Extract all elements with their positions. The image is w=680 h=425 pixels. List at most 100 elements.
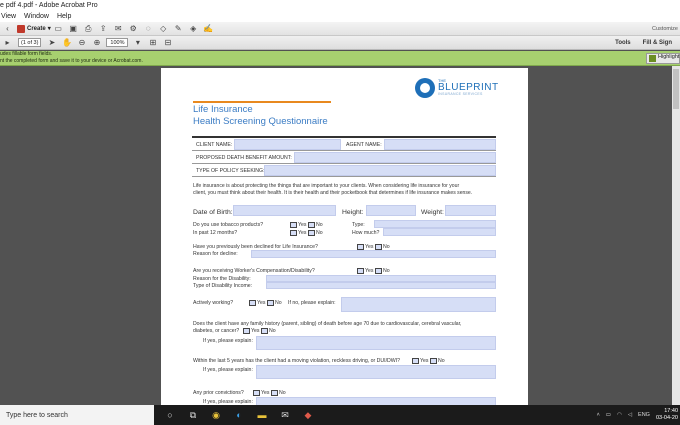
workers-comp-no-checkbox[interactable] <box>375 268 382 274</box>
acrobat-icon[interactable]: ◆ <box>301 408 315 422</box>
past-no-checkbox[interactable] <box>308 230 315 236</box>
convictions-yes-checkbox[interactable] <box>253 390 260 396</box>
tobacco-no-checkbox[interactable] <box>308 222 315 228</box>
violation-yes-label: Yes <box>420 358 429 364</box>
mail-icon[interactable]: ✉ <box>278 408 292 422</box>
clock-time: 17:40 <box>664 408 678 414</box>
main-toolbar: ‹ Create ▾ ▭ ▣ ⎙ ⇪ ✉ ⚙ ◌ ◇ ✎ ◈ ✍ Customi… <box>0 22 680 36</box>
workers-comp-question: Are you receiving Worker's Compensation/… <box>193 268 315 274</box>
blueprint-logo-icon <box>415 78 435 98</box>
family-no-checkbox[interactable] <box>261 328 268 334</box>
hand-tool-icon[interactable]: ✋ <box>62 38 72 47</box>
height-label: Height: <box>342 209 364 216</box>
volume-icon[interactable]: ◁ <box>628 412 632 418</box>
violation-yes-checkbox[interactable] <box>412 358 419 364</box>
network-icon[interactable]: ▭ <box>606 412 611 418</box>
form-title-line-2: Health Screening Questionnaire <box>193 116 328 127</box>
task-view-icon[interactable]: ⧉ <box>186 408 200 422</box>
taskbar-search[interactable]: Type here to search <box>0 405 154 425</box>
client-name-label: CLIENT NAME: <box>196 142 233 148</box>
convictions-explain-field[interactable] <box>256 397 496 405</box>
next-page-icon[interactable]: ▸ <box>3 38 12 47</box>
agent-name-field[interactable] <box>384 139 496 150</box>
tobacco-type-field[interactable] <box>374 220 496 228</box>
zoom-out-icon[interactable]: ⊖ <box>77 38 86 47</box>
menu-window[interactable]: Window <box>23 11 50 22</box>
open-folder-icon[interactable]: ▭ <box>54 24 63 33</box>
type-disability-income-field[interactable] <box>266 282 496 289</box>
intro-paragraph: Life insurance is about protecting the t… <box>193 183 503 196</box>
vertical-scrollbar[interactable] <box>672 66 680 405</box>
workers-comp-yes-label: Yes <box>365 268 374 274</box>
proposed-benefit-field[interactable] <box>294 152 496 163</box>
page-indicator[interactable]: (1 of 3) <box>18 38 42 47</box>
back-arrow-icon[interactable]: ‹ <box>3 24 12 33</box>
working-yes-checkbox[interactable] <box>249 300 256 306</box>
select-cursor-icon[interactable]: ➤ <box>47 38 56 47</box>
working-no-checkbox[interactable] <box>267 300 274 306</box>
zoom-in-icon[interactable]: ⊕ <box>92 38 101 47</box>
comment-icon[interactable]: ◌ <box>144 24 153 33</box>
family-history-line-2: diabetes, or cancer? <box>193 327 240 334</box>
height-field[interactable] <box>366 205 416 216</box>
menu-help[interactable]: Help <box>56 11 72 22</box>
convictions-no-label: No <box>279 390 286 396</box>
family-explain-field[interactable] <box>256 336 496 350</box>
cortana-icon[interactable]: ○ <box>163 408 177 422</box>
info-line-2: nt the completed form and save it to you… <box>0 58 143 64</box>
dob-field[interactable] <box>233 205 336 216</box>
family-yes-checkbox[interactable] <box>243 328 250 334</box>
tools-button[interactable]: Tools <box>615 40 631 46</box>
reason-decline-field[interactable] <box>251 250 496 258</box>
file-explorer-icon[interactable]: ▬ <box>255 408 269 422</box>
document-viewport[interactable]: THE BLUEPRINT INSURANCE SERVICES Life In… <box>0 66 680 405</box>
working-yes-label: Yes <box>257 300 266 306</box>
info-line-1: udes fillable form fields. <box>0 51 53 57</box>
weight-label: Weight: <box>421 209 444 216</box>
email-icon[interactable]: ✉ <box>114 24 123 33</box>
how-much-field[interactable] <box>383 228 496 236</box>
save-icon[interactable]: ▣ <box>69 24 78 33</box>
actively-working-question: Actively working? <box>193 300 234 306</box>
reason-disability-field[interactable] <box>266 275 496 282</box>
chrome-icon[interactable]: ◉ <box>209 408 223 422</box>
customize-label[interactable]: Customize <box>652 26 678 32</box>
violation-no-checkbox[interactable] <box>430 358 437 364</box>
violation-explain-field[interactable] <box>256 365 496 379</box>
tray-chevron-icon[interactable]: ˄ <box>597 412 600 418</box>
if-no-explain-field[interactable] <box>341 297 496 312</box>
zoom-input[interactable]: 100% <box>106 38 129 47</box>
stamp-icon[interactable]: ◈ <box>189 24 198 33</box>
edit-icon[interactable]: ✎ <box>174 24 183 33</box>
create-button[interactable]: Create ▾ <box>17 24 51 33</box>
violation-if-yes-label: If yes, please explain: <box>203 367 253 373</box>
settings-icon[interactable]: ⚙ <box>129 24 138 33</box>
client-name-field[interactable] <box>234 139 341 150</box>
scrollbar-thumb[interactable] <box>673 69 679 109</box>
reason-disability-label: Reason for the Disability: <box>193 276 251 282</box>
highlight-icon[interactable]: ◇ <box>159 24 168 33</box>
policy-type-field[interactable] <box>264 165 496 176</box>
share-icon[interactable]: ⇪ <box>99 24 108 33</box>
menu-view[interactable]: View <box>0 11 17 22</box>
create-icon <box>17 24 25 33</box>
clock[interactable]: 17:40 03-04-20 <box>656 408 678 422</box>
workers-comp-yes-checkbox[interactable] <box>357 268 364 274</box>
print-icon[interactable]: ⎙ <box>84 24 93 33</box>
weight-field[interactable] <box>445 205 496 216</box>
fit-width-icon[interactable]: ⊟ <box>163 38 172 47</box>
zoom-dropdown-icon[interactable]: ▾ <box>133 38 142 47</box>
highlight-label: Highlight <box>658 54 680 60</box>
fill-sign-button[interactable]: Fill & Sign <box>643 40 672 46</box>
tobacco-yes-checkbox[interactable] <box>290 222 297 228</box>
language-indicator[interactable]: ENG <box>638 412 650 418</box>
sign-icon[interactable]: ✍ <box>203 24 213 33</box>
past-yes-checkbox[interactable] <box>290 230 297 236</box>
edge-icon[interactable]: ◐ <box>232 408 246 422</box>
wifi-icon[interactable]: ◠ <box>617 412 622 418</box>
family-history-line-1: Does the client have any family history … <box>193 321 462 327</box>
highlight-fields-button[interactable]: Highlight <box>646 53 680 64</box>
fit-page-icon[interactable]: ⊞ <box>148 38 157 47</box>
tobacco-past-question: In past 12 months? <box>193 230 238 236</box>
convictions-no-checkbox[interactable] <box>271 390 278 396</box>
